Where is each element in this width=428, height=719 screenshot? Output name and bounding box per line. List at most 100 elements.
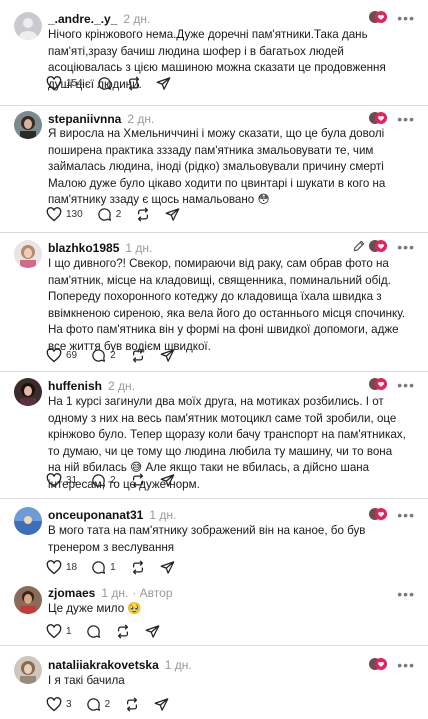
avatar[interactable] bbox=[14, 12, 42, 40]
like-count: 31 bbox=[66, 474, 78, 486]
more-options-button[interactable]: ••• bbox=[397, 240, 415, 254]
comment-age: 1 дн. bbox=[164, 658, 192, 672]
repost-button[interactable] bbox=[115, 624, 131, 639]
repost-button[interactable] bbox=[130, 473, 146, 488]
more-options-button[interactable]: ••• bbox=[397, 587, 415, 601]
comment-age: 1 дн. bbox=[125, 241, 153, 255]
speech-bubble-icon bbox=[98, 76, 111, 90]
avatar[interactable] bbox=[14, 586, 42, 614]
comment-text: Це дуже мило 🥹 bbox=[48, 602, 142, 615]
reply-count: 2 bbox=[104, 698, 111, 710]
repost-arrows-icon bbox=[138, 207, 149, 221]
reply-button[interactable]: 2 bbox=[91, 473, 116, 488]
avatar[interactable] bbox=[14, 507, 42, 535]
comment-age: 2 дн. bbox=[127, 112, 155, 126]
repost-arrows-icon bbox=[127, 697, 138, 711]
comment-header: zjomaes 1 дн. · Автор bbox=[48, 586, 173, 600]
repost-arrows-icon bbox=[128, 76, 139, 90]
reaction-badge-icon bbox=[368, 111, 388, 125]
username[interactable]: huffenish bbox=[48, 379, 102, 393]
reaction-badge-icon bbox=[368, 377, 388, 391]
like-button[interactable]: 3 bbox=[46, 696, 72, 712]
more-options-button[interactable]: ••• bbox=[397, 112, 415, 126]
paper-plane-icon bbox=[165, 207, 180, 221]
reply-button[interactable] bbox=[97, 76, 112, 91]
repost-button[interactable] bbox=[135, 207, 151, 222]
comment-age: 1 дн. bbox=[149, 508, 177, 522]
more-options-button[interactable]: ••• bbox=[397, 658, 415, 672]
share-button[interactable] bbox=[160, 560, 175, 575]
share-button[interactable] bbox=[165, 207, 180, 222]
heart-icon bbox=[46, 347, 62, 362]
like-button[interactable]: 154 bbox=[46, 75, 83, 91]
like-count: 69 bbox=[66, 349, 78, 361]
more-options-button[interactable]: ••• bbox=[397, 508, 415, 522]
comment-age: 2 дн. bbox=[108, 379, 135, 393]
paper-plane-icon bbox=[154, 697, 169, 711]
share-button[interactable] bbox=[154, 697, 169, 712]
speech-bubble-icon bbox=[86, 697, 100, 711]
reply-button[interactable] bbox=[86, 624, 101, 639]
more-options-button[interactable]: ••• bbox=[397, 378, 415, 392]
repost-arrows-icon bbox=[117, 624, 128, 638]
like-button[interactable]: 31 bbox=[46, 472, 78, 488]
speech-bubble-icon bbox=[92, 473, 106, 487]
comment-text: І я такі бачила bbox=[48, 674, 125, 687]
avatar[interactable] bbox=[14, 656, 42, 684]
avatar[interactable] bbox=[14, 111, 42, 139]
share-button[interactable] bbox=[160, 348, 175, 363]
like-button[interactable]: 69 bbox=[46, 347, 78, 363]
reply-button[interactable]: 2 bbox=[91, 348, 116, 363]
username[interactable]: _.andre._.y_ bbox=[48, 12, 117, 26]
reply-button[interactable]: 1 bbox=[91, 560, 116, 575]
more-options-button[interactable]: ••• bbox=[397, 11, 415, 25]
heart-icon bbox=[46, 623, 62, 638]
comment-header: stepaniivnna 2 дн. bbox=[48, 112, 154, 126]
share-button[interactable] bbox=[145, 624, 160, 639]
reply-count: 1 bbox=[110, 561, 116, 573]
username[interactable]: nataliiakrakovetska bbox=[48, 658, 159, 672]
share-button[interactable] bbox=[156, 76, 171, 91]
paper-plane-icon bbox=[156, 76, 171, 90]
username[interactable]: stepaniivnna bbox=[48, 112, 121, 126]
speech-bubble-icon bbox=[86, 624, 100, 638]
username[interactable]: blazhko1985 bbox=[48, 241, 119, 255]
comment-item: onceuponanat31 1 дн. ••• В мого тата на п… bbox=[0, 499, 428, 577]
repost-button[interactable] bbox=[124, 697, 140, 712]
like-button[interactable]: 18 bbox=[46, 559, 78, 575]
comment-item: nataliiakrakovetska 1 дн. ••• І я такі ба… bbox=[0, 646, 428, 719]
comment-item: blazhko1985 1 дн. ••• І що дивного?! Свек… bbox=[0, 233, 428, 371]
reply-button[interactable]: 2 bbox=[86, 697, 111, 712]
comment-text: Я виросла на Хмельниччині і можу сказати… bbox=[48, 127, 386, 206]
comment-actions: 31 2 bbox=[46, 471, 189, 489]
repost-button[interactable] bbox=[130, 348, 146, 363]
avatar[interactable] bbox=[14, 240, 42, 268]
reply-count: 2 bbox=[115, 208, 122, 220]
speech-bubble-icon bbox=[92, 348, 106, 362]
comment-age: 1 дн. bbox=[101, 586, 129, 600]
reply-count: 2 bbox=[110, 474, 116, 486]
username[interactable]: onceuponanat31 bbox=[48, 508, 143, 522]
like-count: 18 bbox=[66, 561, 78, 573]
comment-header: onceuponanat31 1 дн. bbox=[48, 508, 176, 522]
like-button[interactable]: 1 bbox=[46, 623, 72, 639]
reaction-badge-icon bbox=[368, 239, 388, 253]
comment-actions: 3 2 bbox=[46, 695, 183, 713]
like-count: 1 bbox=[66, 625, 72, 637]
repost-arrows-icon bbox=[132, 473, 143, 487]
repost-button[interactable] bbox=[126, 76, 142, 91]
share-button[interactable] bbox=[160, 473, 175, 488]
paper-plane-icon bbox=[160, 560, 175, 574]
avatar[interactable] bbox=[14, 378, 42, 406]
comment-item: huffenish 2 дн. ••• На 1 курсі загинули д… bbox=[0, 372, 428, 498]
like-count: 130 bbox=[66, 208, 83, 220]
speech-bubble-icon bbox=[92, 560, 106, 574]
comment-item: _.andre._.y_ 2 дн. ••• Нічого крінжового … bbox=[0, 0, 428, 105]
username[interactable]: zjomaes bbox=[48, 586, 95, 600]
repost-button[interactable] bbox=[130, 560, 146, 575]
heart-icon bbox=[46, 75, 62, 90]
comment-actions: 69 2 bbox=[46, 346, 189, 364]
speech-bubble-icon bbox=[98, 207, 111, 221]
reply-button[interactable]: 2 bbox=[97, 207, 122, 222]
like-button[interactable]: 130 bbox=[46, 206, 83, 222]
